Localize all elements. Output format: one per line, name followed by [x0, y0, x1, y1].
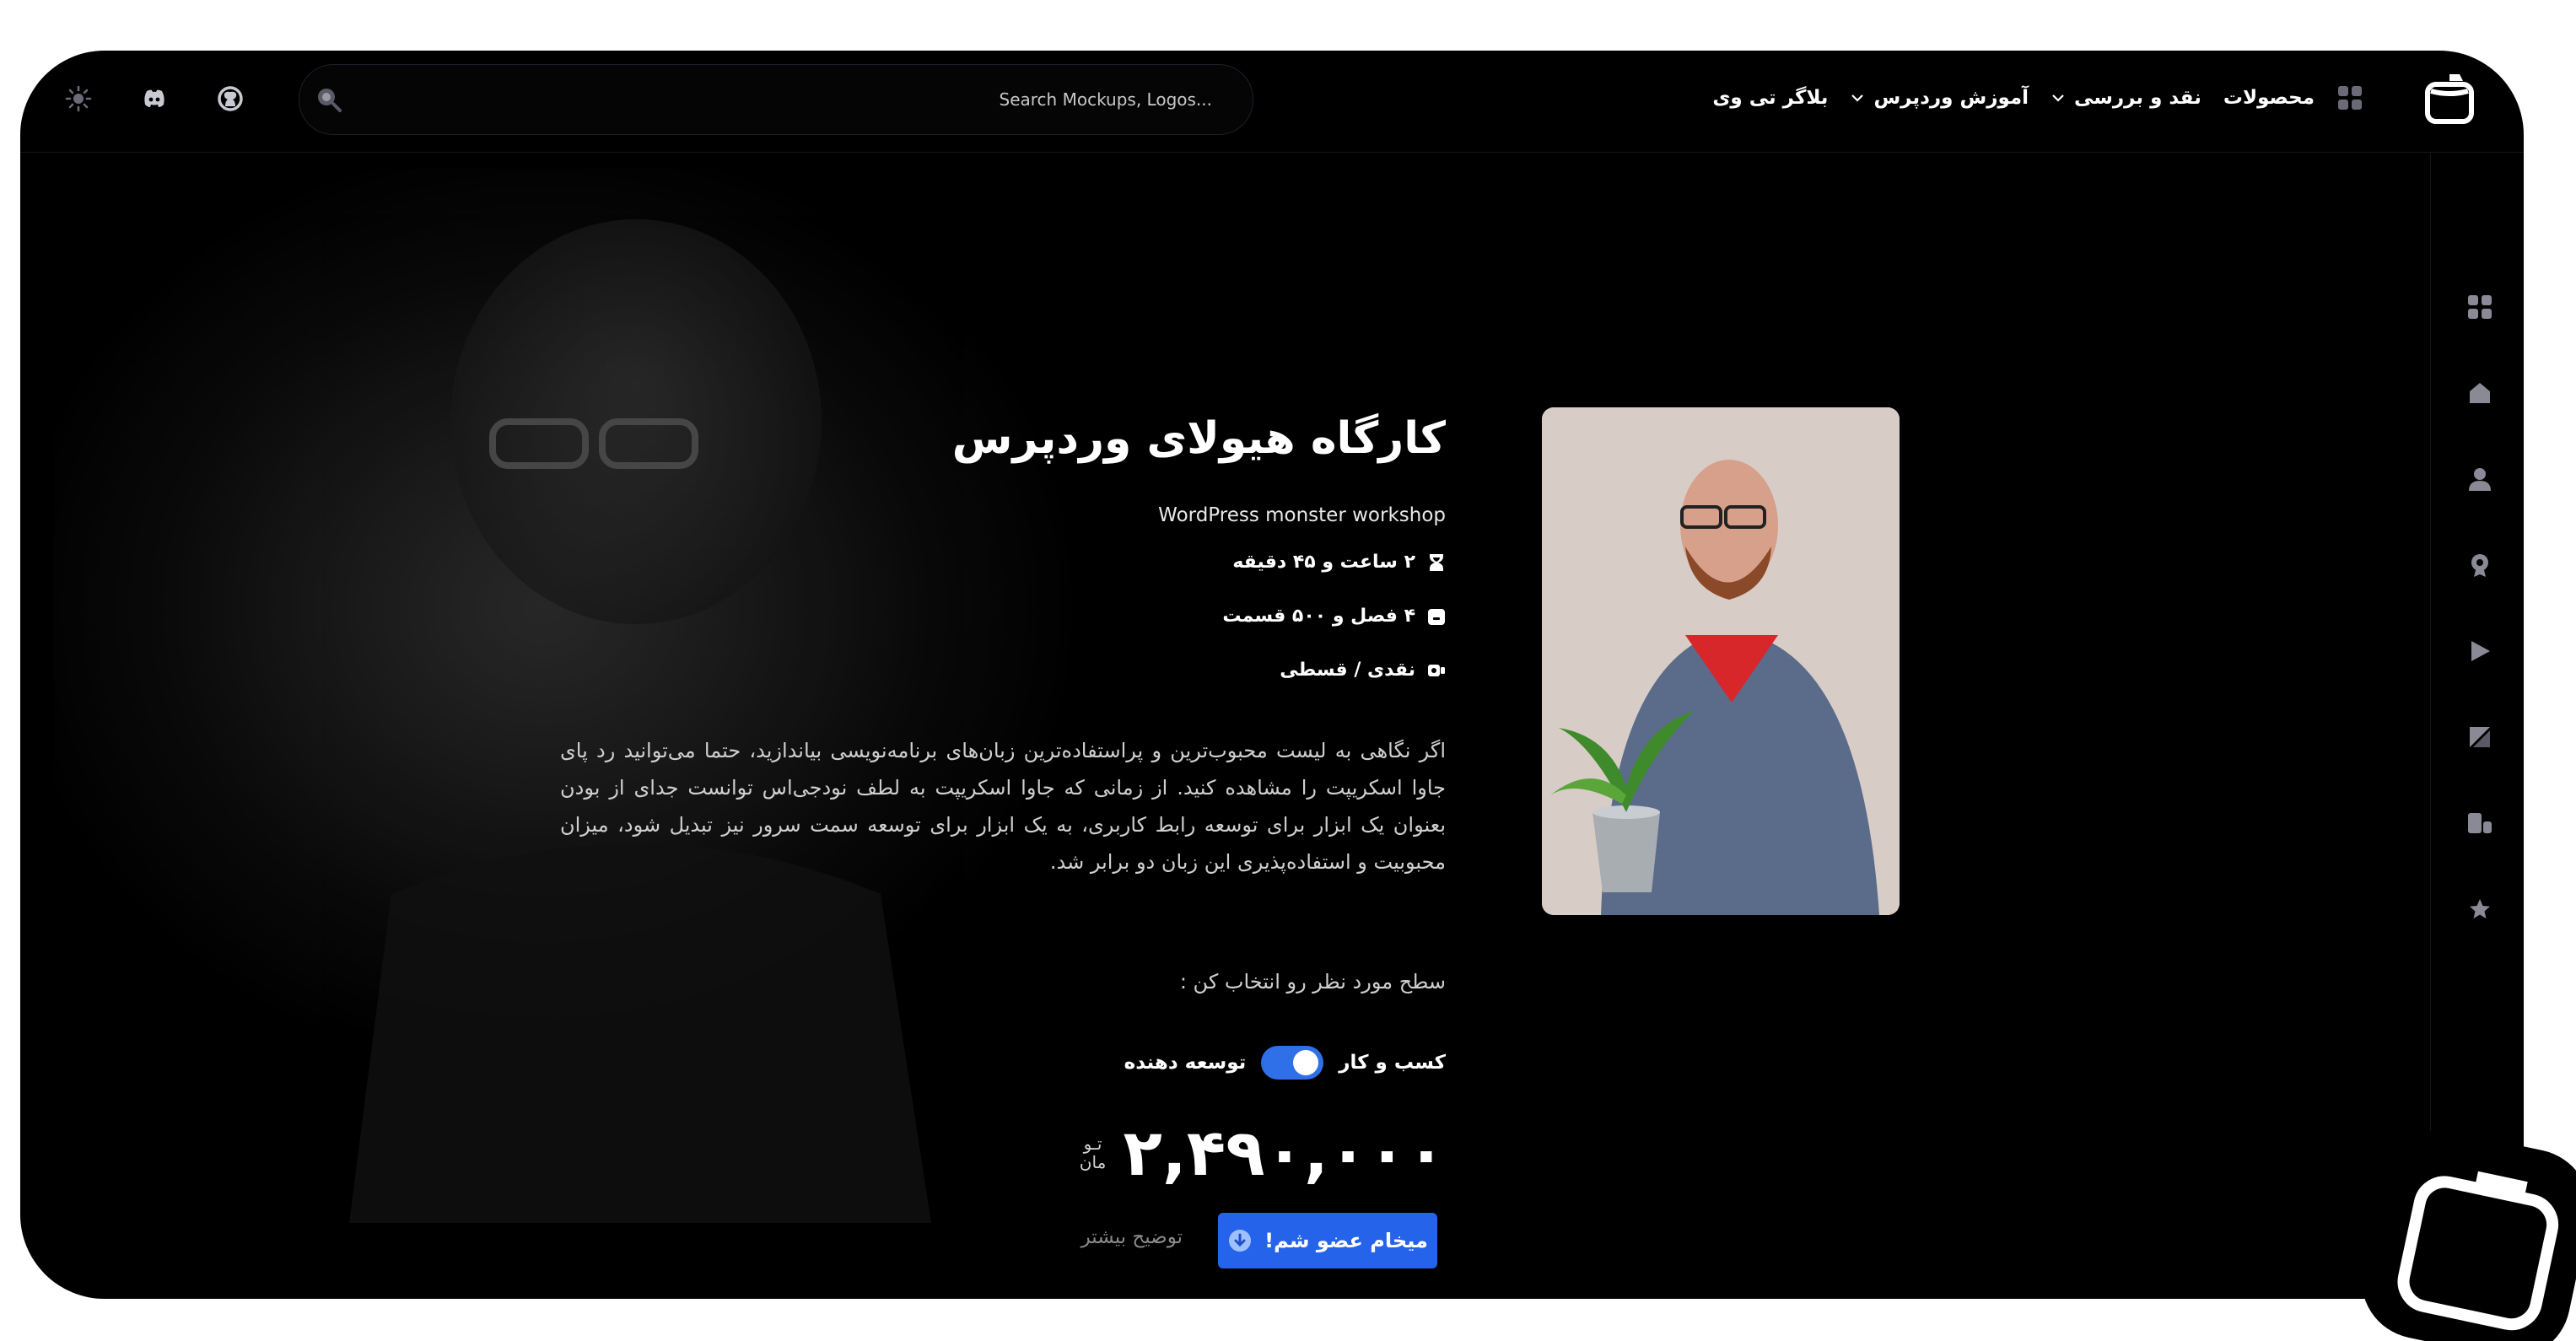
- nav-item-products[interactable]: محصولات: [2223, 87, 2315, 109]
- star-icon[interactable]: [2466, 896, 2493, 923]
- price-value: ۲,۴۹۰,۰۰۰: [1123, 1115, 1446, 1190]
- course-title: کارگاه هیولای وردپرس: [951, 413, 1446, 464]
- folder-icon: [1428, 608, 1445, 625]
- level-business-label[interactable]: کسب و کار: [1339, 1052, 1446, 1074]
- nav-item-wordpress-tutorials[interactable]: آموزش وردپرس: [1850, 87, 2029, 109]
- search-input[interactable]: [350, 65, 1214, 134]
- instructor-photo: [1542, 407, 1900, 915]
- corner-logo-badge[interactable]: [2336, 1122, 2576, 1341]
- more-info-link[interactable]: توضیح بیشتر: [1081, 1226, 1183, 1248]
- nav-item-label: محصولات: [2223, 87, 2315, 109]
- nav-item-label: بلاگر تی وی: [1712, 87, 1829, 109]
- currency-line2: مان: [1079, 1151, 1107, 1172]
- course-subtitle: WordPress monster workshop: [1158, 504, 1446, 526]
- award-icon[interactable]: [2466, 552, 2493, 579]
- nav-item-reviews[interactable]: نقد و بررسی: [2051, 87, 2201, 109]
- apps-menu-icon[interactable]: [2336, 84, 2363, 111]
- currency-line1: تـو: [1083, 1133, 1102, 1154]
- download-icon: [1229, 1230, 1252, 1252]
- logo-icon[interactable]: [2424, 71, 2475, 125]
- toggle-knob: [1293, 1050, 1319, 1075]
- course-description: اگر نگاهی به لیست محبوب‌ترین و پراستفاده…: [560, 739, 1446, 874]
- level-selector: کسب و کار توسعه دهنده: [1124, 1046, 1446, 1080]
- nav-item-bloggertv[interactable]: بلاگر تی وی: [1712, 87, 1828, 109]
- apps-icon[interactable]: [2466, 294, 2493, 320]
- nav-item-label: آموزش وردپرس: [1873, 87, 2029, 109]
- course-price: ۲,۴۹۰,۰۰۰ تـو مان: [1076, 1115, 1446, 1190]
- join-button-label: میخام عضو شم!: [1264, 1229, 1428, 1252]
- document-icon[interactable]: [2466, 724, 2493, 751]
- search-bar: [299, 64, 1253, 135]
- nav-item-label: نقد و بررسی: [2074, 87, 2201, 109]
- course-duration: ۲ ساعت و ۴۵ دقیقه: [940, 552, 1446, 573]
- cash-icon: [1428, 664, 1445, 676]
- chevron-down-icon: [1851, 94, 1864, 102]
- course-chapters-label: ۴ فصل و ۵۰۰ قسمت: [1222, 606, 1415, 627]
- course-chapters: ۴ فصل و ۵۰۰ قسمت: [940, 606, 1446, 627]
- app-frame: بلاگر تی وی آموزش وردپرس نقد و بررسی محص…: [20, 51, 2524, 1299]
- course-payment-label: نقدی / قسطی: [1280, 660, 1415, 681]
- play-icon[interactable]: [2466, 638, 2493, 665]
- join-button[interactable]: میخام عضو شم!: [1218, 1213, 1437, 1268]
- level-developer-label[interactable]: توسعه دهنده: [1124, 1052, 1247, 1074]
- level-prompt: سطح مورد نظر رو انتخاب کن :: [1179, 970, 1446, 994]
- discord-icon[interactable]: [140, 84, 169, 113]
- price-currency: تـو مان: [1076, 1134, 1110, 1171]
- user-icon[interactable]: [2466, 466, 2493, 493]
- home-icon[interactable]: [2466, 380, 2493, 407]
- main-nav: بلاگر تی وی آموزش وردپرس نقد و بررسی محص…: [1712, 79, 2315, 116]
- chevron-down-icon: [2052, 94, 2064, 102]
- course-payment: نقدی / قسطی: [940, 660, 1446, 681]
- sun-theme-icon[interactable]: [64, 84, 93, 113]
- hourglass-icon: [1430, 553, 1443, 571]
- video-icon[interactable]: [2466, 810, 2493, 837]
- level-toggle[interactable]: [1261, 1046, 1324, 1080]
- github-icon[interactable]: [216, 84, 245, 113]
- course-duration-label: ۲ ساعت و ۴۵ دقیقه: [1232, 552, 1415, 573]
- search-icon[interactable]: [315, 85, 343, 114]
- top-header: بلاگر تی وی آموزش وردپرس نقد و بررسی محص…: [20, 51, 2524, 153]
